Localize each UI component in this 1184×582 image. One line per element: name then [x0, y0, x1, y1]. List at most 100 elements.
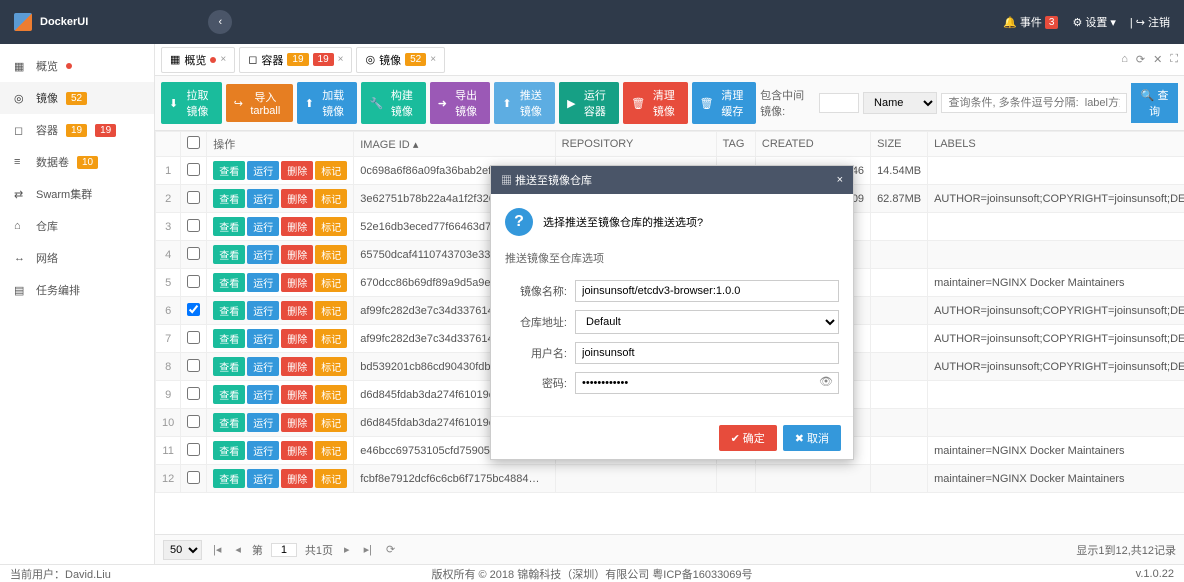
delete-button[interactable]: 删除: [281, 301, 313, 320]
col-tag[interactable]: TAG: [716, 132, 755, 157]
row-checkbox[interactable]: [187, 219, 200, 232]
toggle-password-icon[interactable]: 👁: [819, 375, 833, 388]
search-field-select[interactable]: Name: [863, 92, 937, 114]
modal-close-icon[interactable]: ×: [837, 174, 843, 186]
delete-button[interactable]: 删除: [281, 441, 313, 460]
push-image-button[interactable]: ⬆ 推送镜像: [494, 82, 555, 124]
delete-button[interactable]: 删除: [281, 245, 313, 264]
col-image-id[interactable]: IMAGE ID ▴: [354, 132, 555, 157]
modal-cancel-button[interactable]: ✖ 取消: [783, 425, 841, 451]
col-repository[interactable]: REPOSITORY: [555, 132, 716, 157]
run-button[interactable]: 运行: [247, 161, 279, 180]
delete-button[interactable]: 删除: [281, 217, 313, 236]
search-button[interactable]: 🔍 查询: [1131, 83, 1178, 123]
row-checkbox[interactable]: [187, 247, 200, 260]
pager-first-icon[interactable]: |◂: [210, 543, 224, 556]
load-image-button[interactable]: ⬆ 加载镜像: [297, 82, 358, 124]
delete-button[interactable]: 删除: [281, 357, 313, 376]
delete-button[interactable]: 删除: [281, 161, 313, 180]
page-size-select[interactable]: 50: [163, 540, 202, 560]
filter-input[interactable]: [819, 93, 859, 113]
tag-button[interactable]: 标记: [315, 217, 347, 236]
row-checkbox[interactable]: [187, 275, 200, 288]
view-button[interactable]: 查看: [213, 357, 245, 376]
col-created[interactable]: CREATED: [755, 132, 870, 157]
col-labels[interactable]: LABELS: [928, 132, 1184, 157]
view-button[interactable]: 查看: [213, 469, 245, 488]
tag-button[interactable]: 标记: [315, 273, 347, 292]
logout-button[interactable]: | ↪ 注销: [1130, 14, 1170, 30]
settings-button[interactable]: ⚙ 设置 ▾: [1072, 14, 1115, 30]
delete-button[interactable]: 删除: [281, 273, 313, 292]
image-name-input[interactable]: [575, 280, 839, 302]
tag-button[interactable]: 标记: [315, 189, 347, 208]
modal-ok-button[interactable]: ✔ 确定: [719, 425, 777, 451]
alerts-button[interactable]: 🔔 事件 3: [1003, 14, 1058, 30]
row-checkbox[interactable]: [187, 303, 200, 316]
tag-button[interactable]: 标记: [315, 329, 347, 348]
view-button[interactable]: 查看: [213, 245, 245, 264]
tag-button[interactable]: 标记: [315, 413, 347, 432]
search-input[interactable]: [941, 93, 1127, 113]
tag-button[interactable]: 标记: [315, 469, 347, 488]
import-tarball-button[interactable]: ↪ 导入tarball: [226, 84, 293, 122]
pager-prev-icon[interactable]: ◂: [232, 543, 244, 556]
sidebar-item-4[interactable]: ⇄Swarm集群: [0, 178, 154, 210]
row-checkbox[interactable]: [187, 359, 200, 372]
sidebar-item-1[interactable]: ◎镜像52: [0, 82, 154, 114]
sidebar-item-2[interactable]: ◻容器1919: [0, 114, 154, 146]
view-button[interactable]: 查看: [213, 413, 245, 432]
row-checkbox[interactable]: [187, 191, 200, 204]
view-button[interactable]: 查看: [213, 273, 245, 292]
run-button[interactable]: 运行: [247, 245, 279, 264]
tag-button[interactable]: 标记: [315, 441, 347, 460]
run-button[interactable]: 运行: [247, 385, 279, 404]
pager-refresh-icon[interactable]: ⟳: [383, 543, 398, 556]
run-button[interactable]: 运行: [247, 441, 279, 460]
username-input[interactable]: [575, 342, 839, 364]
tab-0[interactable]: ◎镜像52×: [356, 47, 445, 73]
tab-close-icon[interactable]: ✕: [1153, 53, 1162, 66]
run-container-button[interactable]: ▶ 运行容器: [559, 82, 619, 124]
tag-button[interactable]: 标记: [315, 161, 347, 180]
tab-home-icon[interactable]: ⌂: [1121, 53, 1128, 66]
view-button[interactable]: 查看: [213, 385, 245, 404]
password-input[interactable]: [575, 372, 839, 394]
row-checkbox[interactable]: [187, 443, 200, 456]
sidebar-item-0[interactable]: ▦概览: [0, 50, 154, 82]
run-button[interactable]: 运行: [247, 329, 279, 348]
tag-button[interactable]: 标记: [315, 385, 347, 404]
sidebar-item-3[interactable]: ≡数据卷10: [0, 146, 154, 178]
run-button[interactable]: 运行: [247, 273, 279, 292]
run-button[interactable]: 运行: [247, 469, 279, 488]
tab-close-icon[interactable]: ×: [430, 54, 436, 65]
row-checkbox[interactable]: [187, 387, 200, 400]
pager-last-icon[interactable]: ▸|: [361, 543, 375, 556]
row-checkbox[interactable]: [187, 415, 200, 428]
tab-refresh-icon[interactable]: ⟳: [1136, 53, 1145, 66]
run-button[interactable]: 运行: [247, 217, 279, 236]
view-button[interactable]: 查看: [213, 161, 245, 180]
run-button[interactable]: 运行: [247, 189, 279, 208]
delete-button[interactable]: 删除: [281, 413, 313, 432]
pager-next-icon[interactable]: ▸: [341, 543, 353, 556]
view-button[interactable]: 查看: [213, 441, 245, 460]
tag-button[interactable]: 标记: [315, 301, 347, 320]
prune-cache-button[interactable]: 🗑 清理缓存: [692, 82, 756, 124]
repo-select[interactable]: Default: [575, 310, 839, 334]
row-checkbox[interactable]: [187, 471, 200, 484]
clean-image-button[interactable]: 🗑 清理镜像: [623, 82, 687, 124]
delete-button[interactable]: 删除: [281, 469, 313, 488]
pull-image-button[interactable]: ⬇ 拉取镜像: [161, 82, 222, 124]
run-button[interactable]: 运行: [247, 301, 279, 320]
page-input[interactable]: [271, 543, 297, 557]
delete-button[interactable]: 删除: [281, 329, 313, 348]
export-image-button[interactable]: ➜ 导出镜像: [430, 82, 491, 124]
tab-close-icon[interactable]: ×: [338, 54, 344, 65]
view-button[interactable]: 查看: [213, 329, 245, 348]
tag-button[interactable]: 标记: [315, 245, 347, 264]
sidebar-item-7[interactable]: ▤任务编排: [0, 274, 154, 306]
sidebar-item-6[interactable]: ↔网络: [0, 242, 154, 274]
row-checkbox[interactable]: [187, 331, 200, 344]
tab-fullscreen-icon[interactable]: ⛶: [1170, 53, 1178, 66]
